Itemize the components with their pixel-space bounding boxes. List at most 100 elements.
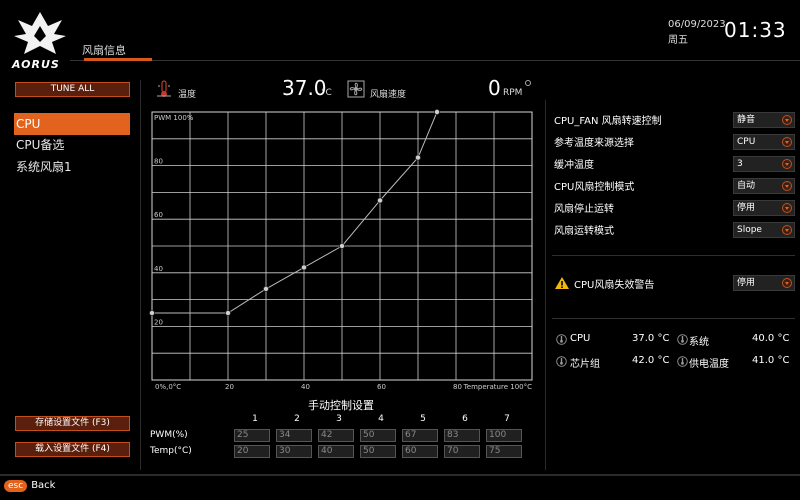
status-dot-icon bbox=[525, 80, 531, 86]
setting-dropdown[interactable]: Slope bbox=[733, 222, 795, 238]
setting-value: Slope bbox=[737, 225, 762, 235]
column-number: 7 bbox=[504, 414, 510, 424]
setting-label: 风扇运转模式 bbox=[554, 226, 614, 237]
header: AORUS 风扇信息 06/09/2023 周五 01:33 bbox=[0, 0, 800, 78]
chevron-down-icon bbox=[782, 115, 792, 125]
thermometer-icon bbox=[677, 334, 688, 345]
origin-label: 0%,0°C bbox=[155, 383, 181, 391]
fan-curve-line bbox=[152, 111, 438, 314]
column-number: 3 bbox=[336, 414, 342, 424]
setting-value: 自动 bbox=[737, 181, 756, 191]
tab-active-indicator bbox=[84, 58, 152, 61]
temp-cell[interactable]: 40 bbox=[318, 445, 354, 458]
column-number: 1 bbox=[252, 414, 258, 424]
y-tick-label: 60 bbox=[154, 211, 163, 219]
setting-label: CPU_FAN 风扇转速控制 bbox=[554, 116, 662, 127]
save-profile-button[interactable]: 存储设置文件 (F3) bbox=[15, 416, 130, 431]
curve-point[interactable] bbox=[433, 108, 440, 115]
chevron-down-icon bbox=[782, 181, 792, 191]
temperature-label: 温度 bbox=[178, 90, 197, 100]
fan-icon bbox=[347, 80, 365, 98]
fan-fail-warning-label: CPU风扇失效警告 bbox=[574, 280, 655, 291]
header-divider bbox=[70, 60, 800, 61]
x-tick-label: 80 bbox=[453, 383, 462, 391]
pwm-cell[interactable]: 25 bbox=[234, 429, 270, 442]
y-axis-title: PWM 100% bbox=[154, 114, 194, 122]
monitor-label: 芯片组 bbox=[570, 359, 600, 370]
chevron-down-icon bbox=[782, 159, 792, 169]
chevron-down-icon bbox=[782, 225, 792, 235]
esc-key-badge: esc bbox=[4, 480, 28, 492]
setting-label: 参考温度来源选择 bbox=[554, 138, 634, 149]
curve-point[interactable] bbox=[225, 309, 232, 316]
temp-cell[interactable]: 75 bbox=[486, 445, 522, 458]
setting-dropdown[interactable]: CPU bbox=[733, 134, 795, 150]
setting-value: CPU bbox=[737, 137, 756, 147]
left-divider bbox=[140, 80, 141, 470]
tune-all-button[interactable]: TUNE ALL bbox=[15, 82, 130, 97]
setting-label: 风扇停止运转 bbox=[554, 204, 614, 215]
esc-back-button[interactable]: esc Back bbox=[4, 480, 55, 496]
temp-cell[interactable]: 70 bbox=[444, 445, 480, 458]
pwm-cell[interactable]: 100 bbox=[486, 429, 522, 442]
chevron-down-icon bbox=[782, 203, 792, 213]
temperature-unit: °C bbox=[321, 88, 332, 98]
setting-dropdown[interactable]: 停用 bbox=[733, 200, 795, 216]
brand-logo-text: AORUS bbox=[12, 58, 60, 71]
x-tick-label: 60 bbox=[377, 383, 386, 391]
pwm-cell[interactable]: 67 bbox=[402, 429, 438, 442]
curve-point[interactable] bbox=[300, 264, 307, 271]
monitor-value: 41.0 °C bbox=[752, 355, 790, 366]
tab-fan-info[interactable]: 风扇信息 bbox=[82, 42, 126, 58]
temp-row-label: Temp(°C) bbox=[150, 446, 192, 456]
thermometer-icon bbox=[556, 356, 567, 367]
setting-value: 静音 bbox=[737, 115, 756, 125]
monitor-value: 42.0 °C bbox=[632, 355, 670, 366]
column-number: 6 bbox=[462, 414, 468, 424]
curve-point[interactable] bbox=[263, 285, 270, 292]
column-number: 5 bbox=[420, 414, 426, 424]
pwm-row-label: PWM(%) bbox=[150, 430, 188, 440]
pwm-cell[interactable]: 42 bbox=[318, 429, 354, 442]
fan-item-sys-fan1[interactable]: 系统风扇1 bbox=[14, 156, 130, 178]
pwm-cell[interactable]: 83 bbox=[444, 429, 480, 442]
setting-label: 缓冲温度 bbox=[554, 160, 594, 171]
setting-value: 停用 bbox=[737, 203, 756, 213]
settings-divider bbox=[552, 255, 795, 256]
chevron-down-icon bbox=[782, 278, 792, 288]
fan-item-cpu-opt[interactable]: CPU备选 bbox=[14, 134, 130, 156]
warning-icon bbox=[555, 277, 569, 289]
pwm-cell[interactable]: 50 bbox=[360, 429, 396, 442]
fan-item-cpu[interactable]: CPU bbox=[14, 113, 130, 135]
curve-point[interactable] bbox=[149, 309, 155, 316]
setting-dropdown[interactable]: 静音 bbox=[733, 112, 795, 128]
curve-point[interactable] bbox=[376, 197, 383, 204]
y-tick-label: 80 bbox=[154, 158, 163, 166]
clock-display: 01:33 bbox=[724, 18, 787, 42]
weekday-display: 周五 bbox=[668, 35, 688, 46]
temperature-value: 37.0 bbox=[282, 76, 327, 100]
temp-cell[interactable]: 50 bbox=[360, 445, 396, 458]
pwm-cell[interactable]: 34 bbox=[276, 429, 312, 442]
fan-speed-label: 风扇速度 bbox=[370, 90, 407, 100]
column-number: 4 bbox=[378, 414, 384, 424]
fan-speed-unit: RPM bbox=[503, 88, 523, 98]
monitor-label: CPU bbox=[570, 333, 591, 344]
temp-cell[interactable]: 30 bbox=[276, 445, 312, 458]
y-tick-label: 20 bbox=[154, 318, 163, 326]
curve-point[interactable] bbox=[414, 154, 421, 161]
monitor-divider bbox=[552, 318, 795, 319]
date-display: 06/09/2023 bbox=[668, 19, 726, 30]
fan-fail-warning-value: 停用 bbox=[737, 278, 756, 288]
x-axis-title: Temperature 100°C bbox=[463, 383, 532, 391]
temperature-icon bbox=[157, 80, 171, 97]
setting-dropdown[interactable]: 自动 bbox=[733, 178, 795, 194]
temp-cell[interactable]: 20 bbox=[234, 445, 270, 458]
temp-cell[interactable]: 60 bbox=[402, 445, 438, 458]
load-profile-button[interactable]: 载入设置文件 (F4) bbox=[15, 442, 130, 457]
setting-dropdown[interactable]: 3 bbox=[733, 156, 795, 172]
monitor-value: 37.0 °C bbox=[632, 333, 670, 344]
fan-fail-warning-dropdown[interactable]: 停用 bbox=[733, 275, 795, 291]
fan-curve-chart[interactable]: PWM 100% Temperature 100°C 0%,0°C 20 40 60 80 2… bbox=[145, 100, 540, 395]
curve-point[interactable] bbox=[338, 242, 345, 249]
